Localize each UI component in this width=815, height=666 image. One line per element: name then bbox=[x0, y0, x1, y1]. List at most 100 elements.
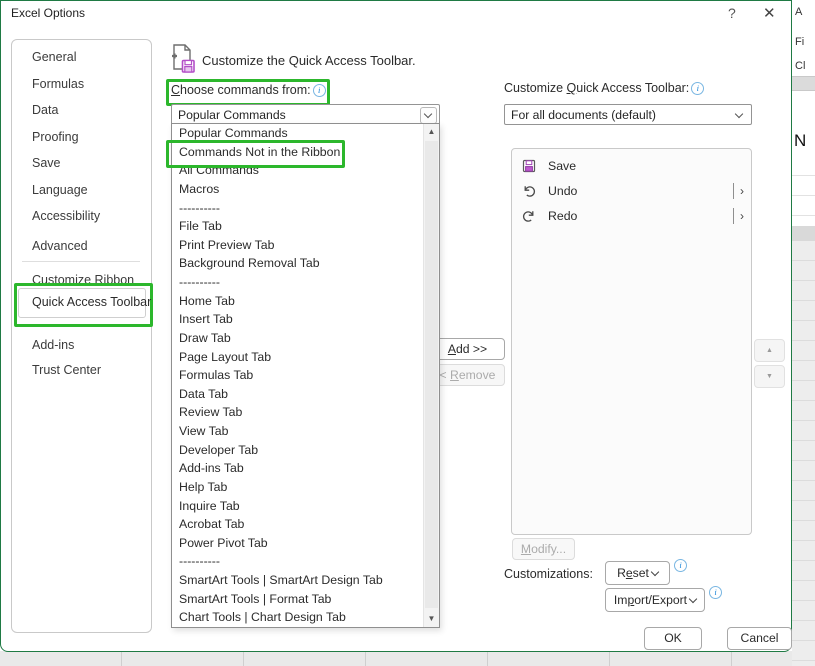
scroll-up-icon[interactable]: ▲ bbox=[424, 124, 439, 140]
dropdown-item[interactable]: Home Tab bbox=[172, 292, 424, 311]
dropdown-item[interactable]: Chart Tools | Chart Design Tab bbox=[172, 608, 424, 627]
sidebar-item-accessibility[interactable]: Accessibility bbox=[32, 209, 100, 223]
label-text: Customize bbox=[504, 81, 567, 95]
info-icon[interactable]: i bbox=[313, 84, 326, 97]
dropdown-item[interactable]: Print Preview Tab bbox=[172, 236, 424, 255]
annotation-box-commands-not-in-ribbon bbox=[166, 140, 345, 168]
dropdown-item[interactable]: ---------- bbox=[172, 552, 424, 571]
dropdown-item[interactable]: Add-ins Tab bbox=[172, 459, 424, 478]
dropdown-item[interactable]: Developer Tab bbox=[172, 441, 424, 460]
save-icon bbox=[521, 158, 537, 174]
label-text: dd >> bbox=[456, 342, 487, 356]
label-mnemonic: R bbox=[450, 368, 459, 382]
sidebar-item-trust-center[interactable]: Trust Center bbox=[32, 363, 101, 377]
dropdown-item[interactable]: Acrobat Tab bbox=[172, 515, 424, 534]
close-icon[interactable]: ✕ bbox=[763, 4, 776, 22]
remove-button-disabled: < Remove bbox=[430, 364, 505, 386]
page-title: Customize the Quick Access Toolbar. bbox=[202, 53, 416, 68]
label-mnemonic: e bbox=[626, 566, 633, 580]
bg-gray-band bbox=[792, 226, 815, 241]
sidebar-item-save[interactable]: Save bbox=[32, 156, 61, 170]
dropdown-item[interactable]: Data Tab bbox=[172, 385, 424, 404]
bg-gray-band bbox=[792, 76, 815, 91]
dropdown-item[interactable]: Page Layout Tab bbox=[172, 348, 424, 367]
label-text: Im bbox=[614, 593, 628, 607]
sidebar-item-formulas[interactable]: Formulas bbox=[32, 77, 84, 91]
add-button[interactable]: Add >> bbox=[430, 338, 505, 360]
qat-command-undo[interactable]: Undo › bbox=[512, 179, 751, 204]
choose-commands-label: Choose commands from:i bbox=[171, 83, 326, 97]
sidebar-item-quick-access-toolbar-selected[interactable]: Quick Access Toolbar bbox=[18, 288, 146, 318]
sidebar-item-data[interactable]: Data bbox=[32, 103, 58, 117]
help-icon[interactable]: ? bbox=[728, 5, 736, 21]
ok-button[interactable]: OK bbox=[644, 627, 702, 650]
dropdown-item[interactable]: File Tab bbox=[172, 217, 424, 236]
dropdown-item[interactable]: View Tab bbox=[172, 422, 424, 441]
dropdown-item[interactable]: Formulas Tab bbox=[172, 366, 424, 385]
label-mnemonic: A bbox=[448, 342, 456, 356]
qat-command-label: Redo bbox=[548, 209, 577, 223]
sidebar-item-general[interactable]: General bbox=[32, 50, 76, 64]
cancel-button[interactable]: Cancel bbox=[727, 627, 792, 650]
choose-commands-dropdown-list: Popular CommandsCommands Not in the Ribb… bbox=[171, 123, 440, 628]
label-mnemonic: M bbox=[521, 542, 531, 556]
options-sidebar: General Formulas Data Proofing Save Lang… bbox=[11, 39, 152, 633]
dropdown-item[interactable]: ---------- bbox=[172, 273, 424, 292]
qat-command-label: Save bbox=[548, 159, 576, 173]
label-mnemonic: Q bbox=[567, 81, 577, 95]
chevron-down-icon bbox=[651, 568, 659, 576]
qat-command-save[interactable]: Save bbox=[512, 154, 751, 179]
combobox-value: For all documents (default) bbox=[511, 108, 656, 122]
combobox-dropdown-button[interactable] bbox=[420, 107, 437, 124]
dropdown-item[interactable]: Background Removal Tab bbox=[172, 254, 424, 273]
bg-gridlines bbox=[792, 156, 815, 226]
dropdown-item[interactable]: Insert Tab bbox=[172, 310, 424, 329]
label-text: R bbox=[617, 566, 626, 580]
sidebar-item-advanced[interactable]: Advanced bbox=[32, 239, 88, 253]
import-export-button[interactable]: Import/Export bbox=[605, 588, 705, 612]
bg-cell-text-large: N bbox=[794, 131, 806, 151]
sidebar-item-language[interactable]: Language bbox=[32, 183, 88, 197]
sidebar-divider bbox=[22, 261, 140, 262]
excel-sheet-background-bottom bbox=[0, 651, 792, 666]
dropdown-scrollbar[interactable]: ▲ ▼ bbox=[423, 124, 439, 627]
sidebar-item-label: Quick Access Toolbar bbox=[32, 295, 151, 309]
qat-command-label: Undo bbox=[548, 184, 577, 198]
dropdown-item[interactable]: Help Tab bbox=[172, 478, 424, 497]
dropdown-item[interactable]: SmartArt Tools | Format Tab bbox=[172, 590, 424, 609]
modify-button-disabled: Modify... bbox=[512, 538, 575, 560]
qat-command-redo[interactable]: Redo › bbox=[512, 204, 751, 229]
sidebar-item-proofing[interactable]: Proofing bbox=[32, 130, 79, 144]
dropdown-item[interactable]: Power Pivot Tab bbox=[172, 534, 424, 553]
dropdown-item[interactable]: Inquire Tab bbox=[172, 497, 424, 516]
dropdown-items: Popular CommandsCommands Not in the Ribb… bbox=[172, 124, 424, 627]
undo-icon bbox=[521, 183, 537, 199]
excel-options-dialog: Excel Options ? ✕ General Formulas Data … bbox=[0, 0, 792, 652]
sidebar-item-add-ins[interactable]: Add-ins bbox=[32, 338, 74, 352]
dialog-title: Excel Options bbox=[11, 6, 85, 20]
bg-cell-text: Cl bbox=[795, 60, 805, 72]
redo-icon bbox=[521, 208, 537, 224]
dropdown-item[interactable]: Macros bbox=[172, 180, 424, 199]
label-text: < bbox=[440, 368, 451, 382]
chevron-down-icon bbox=[735, 110, 743, 118]
info-icon[interactable]: i bbox=[674, 559, 687, 572]
customize-qat-combobox[interactable]: For all documents (default) bbox=[504, 104, 752, 125]
bg-cell-text: Fi bbox=[795, 36, 804, 48]
label-text: hoose commands from: bbox=[180, 83, 311, 97]
reset-button[interactable]: Reset bbox=[605, 561, 670, 585]
dropdown-item[interactable]: Review Tab bbox=[172, 403, 424, 422]
scrollbar-thumb[interactable] bbox=[425, 141, 438, 608]
label-text: emove bbox=[459, 368, 496, 382]
dropdown-item[interactable]: Draw Tab bbox=[172, 329, 424, 348]
scroll-down-icon[interactable]: ▼ bbox=[424, 611, 439, 627]
split-dropdown-indicator[interactable]: › bbox=[733, 208, 744, 224]
dropdown-item[interactable]: ---------- bbox=[172, 199, 424, 218]
info-icon[interactable]: i bbox=[691, 82, 704, 95]
choose-commands-combobox[interactable]: Popular Commands bbox=[171, 104, 440, 125]
info-icon[interactable]: i bbox=[709, 586, 722, 599]
dropdown-item[interactable]: SmartArt Tools | SmartArt Design Tab bbox=[172, 571, 424, 590]
bg-gridlines bbox=[792, 241, 815, 666]
label-mnemonic: C bbox=[171, 83, 180, 97]
split-dropdown-indicator[interactable]: › bbox=[733, 183, 744, 199]
